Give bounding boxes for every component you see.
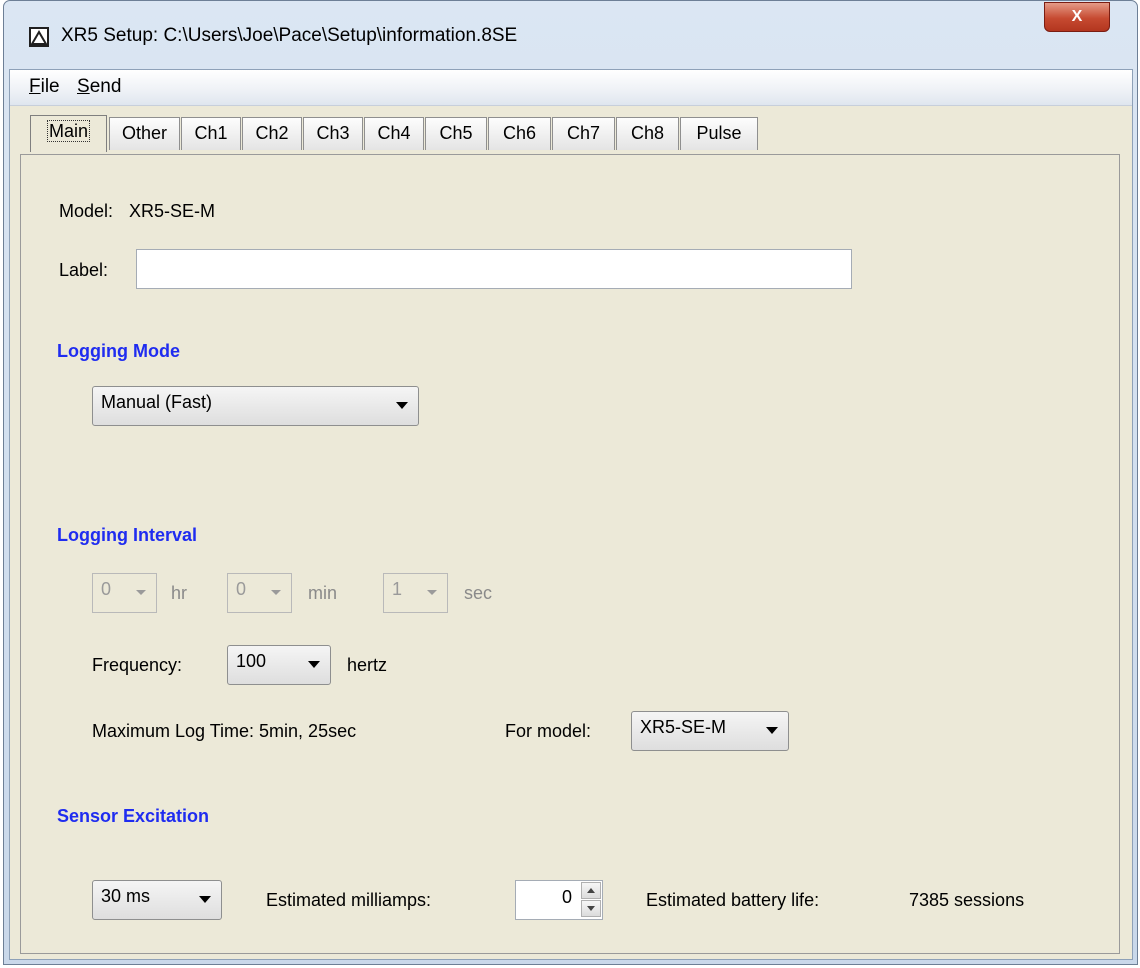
for-model-label: For model:	[505, 721, 592, 741]
chevron-down-icon	[766, 727, 778, 734]
chevron-down-icon	[136, 590, 146, 595]
client-area: File Send Main Other Ch1 Ch2 Ch3 Ch4 Ch5…	[9, 69, 1133, 960]
tab-ch1[interactable]: Ch1	[181, 117, 241, 150]
tab-ch3[interactable]: Ch3	[303, 117, 363, 150]
interval-min-unit: min	[308, 583, 338, 603]
chevron-down-icon	[199, 896, 211, 903]
menu-file[interactable]: File	[29, 76, 60, 98]
tab-other[interactable]: Other	[109, 117, 180, 150]
logging-mode-value: Manual (Fast)	[101, 392, 213, 412]
arrow-down-icon	[587, 906, 595, 911]
close-icon: X	[1071, 8, 1083, 25]
close-button[interactable]: X	[1044, 2, 1110, 32]
chevron-down-icon	[271, 590, 281, 595]
tab-ch2[interactable]: Ch2	[242, 117, 302, 150]
for-model-value: XR5-SE-M	[640, 717, 727, 737]
milliamps-value: 0	[561, 887, 572, 907]
chevron-down-icon	[396, 402, 408, 409]
window-title: XR5 Setup: C:\Users\Joe\Pace\Setup\infor…	[61, 25, 518, 46]
interval-hr-select[interactable]: 0	[92, 573, 157, 613]
tab-ch7[interactable]: Ch7	[552, 117, 615, 150]
menu-send[interactable]: Send	[77, 76, 121, 98]
app-icon	[29, 27, 49, 47]
arrow-up-icon	[587, 888, 595, 893]
for-model-select[interactable]: XR5-SE-M	[631, 711, 789, 751]
logging-mode-select[interactable]: Manual (Fast)	[92, 386, 419, 426]
tab-ch6[interactable]: Ch6	[488, 117, 551, 150]
menu-bar: File Send	[10, 70, 1132, 106]
milliamps-spinner[interactable]: 0	[515, 880, 603, 920]
battery-life-label: Estimated battery life:	[646, 890, 820, 910]
tab-pulse[interactable]: Pulse	[680, 117, 758, 150]
battery-life-value: 7385 sessions	[909, 890, 1025, 910]
title-bar[interactable]: XR5 Setup: C:\Users\Joe\Pace\Setup\infor…	[4, 1, 1137, 69]
excitation-select[interactable]: 30 ms	[92, 880, 222, 920]
tab-ch8[interactable]: Ch8	[616, 117, 679, 150]
frequency-value: 100	[236, 651, 267, 671]
label-input[interactable]	[136, 249, 852, 289]
logging-interval-heading: Logging Interval	[57, 525, 198, 545]
interval-hr-unit: hr	[171, 583, 188, 603]
interval-hr-value: 0	[101, 579, 112, 599]
frequency-unit: hertz	[347, 655, 388, 675]
excitation-value: 30 ms	[101, 886, 151, 906]
interval-sec-value: 1	[392, 579, 403, 599]
tab-ch4[interactable]: Ch4	[364, 117, 424, 150]
interval-sec-unit: sec	[464, 583, 493, 603]
max-log-time: Maximum Log Time: 5min, 25sec	[92, 721, 357, 741]
main-tab-panel: Model: XR5-SE-M Label: Logging Mode Manu…	[20, 154, 1120, 954]
milliamps-label: Estimated milliamps:	[266, 890, 432, 910]
frequency-label: Frequency:	[92, 655, 183, 675]
logging-mode-heading: Logging Mode	[57, 341, 180, 361]
spinner-down-button[interactable]	[581, 900, 601, 917]
chevron-down-icon	[427, 590, 437, 595]
app-window: XR5 Setup: C:\Users\Joe\Pace\Setup\infor…	[3, 0, 1138, 965]
tab-ch5[interactable]: Ch5	[425, 117, 487, 150]
spinner-up-button[interactable]	[581, 882, 601, 899]
interval-min-value: 0	[236, 579, 247, 599]
model-value: XR5-SE-M	[129, 201, 216, 221]
label-label: Label:	[59, 260, 109, 280]
chevron-down-icon	[308, 661, 320, 668]
spinner-buttons	[581, 882, 601, 918]
tab-main[interactable]: Main	[30, 115, 107, 152]
frequency-select[interactable]: 100	[227, 645, 331, 685]
interval-sec-select[interactable]: 1	[383, 573, 448, 613]
model-label: Model:	[59, 201, 114, 221]
interval-min-select[interactable]: 0	[227, 573, 292, 613]
sensor-excitation-heading: Sensor Excitation	[57, 806, 210, 826]
